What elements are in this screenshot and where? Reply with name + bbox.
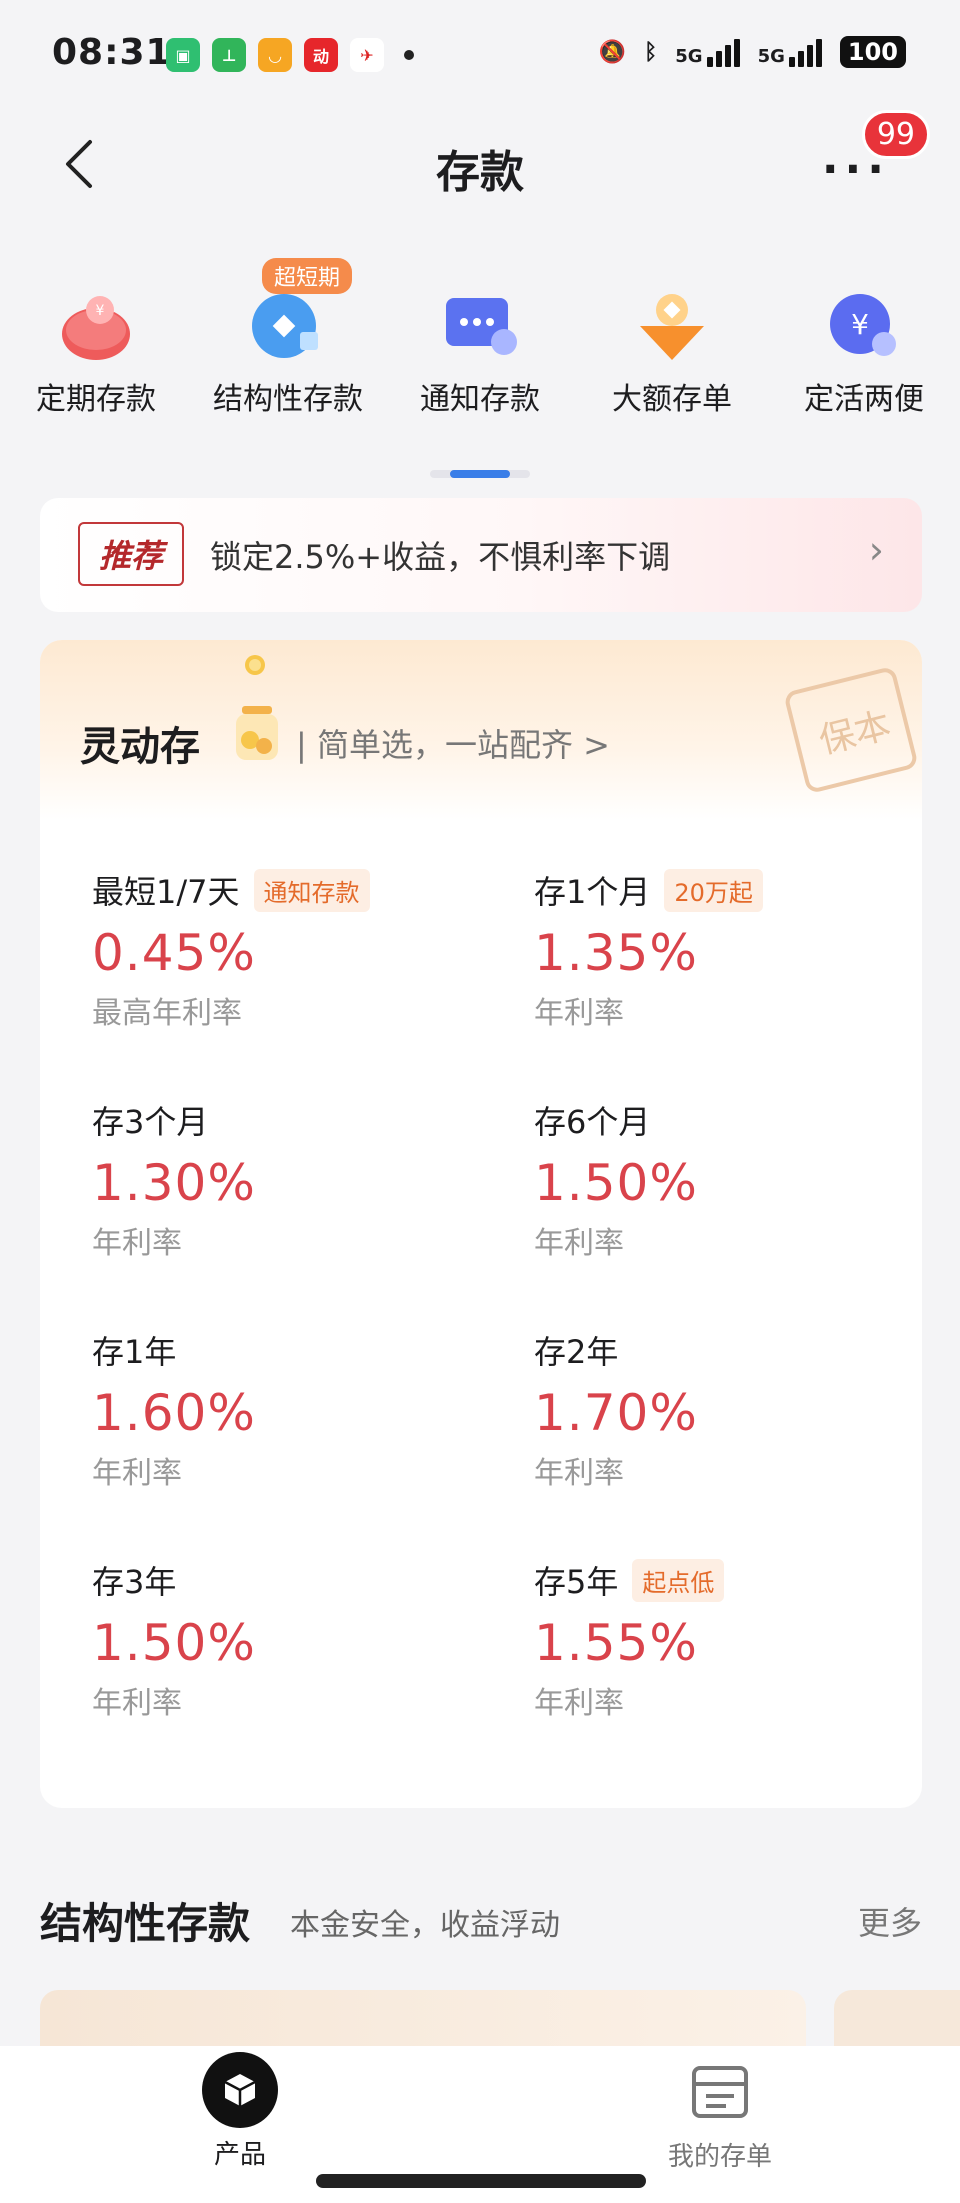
chevron-right-icon: › xyxy=(868,528,884,572)
section-title: 结构性存款 xyxy=(40,1899,251,1948)
coin-jar-icon xyxy=(236,706,278,760)
category-label: 通知存款 xyxy=(420,382,540,417)
term-name: 存6个月 xyxy=(534,1103,651,1141)
signal-bars-2-icon xyxy=(788,37,822,67)
rate-item[interactable]: 最短1/7天 通知存款 0.45% 最高年利率 xyxy=(92,868,492,1068)
page-title: 存款 xyxy=(436,147,524,198)
rate-value: 1.50% xyxy=(534,1154,698,1212)
network-type-2: 5G xyxy=(757,46,785,67)
battery-indicator: 100 xyxy=(839,36,906,68)
more-notifications-icon xyxy=(404,50,414,60)
gold-bowl-icon xyxy=(640,294,704,360)
ultra-short-tag: 超短期 xyxy=(262,258,353,294)
rate-label: 年利率 xyxy=(92,1686,182,1721)
tab-label: 我的存单 xyxy=(667,2142,772,2172)
rate-value: 1.55% xyxy=(534,1614,698,1672)
rate-label: 年利率 xyxy=(534,996,624,1031)
term-name: 存3年 xyxy=(92,1563,177,1601)
scroll-indicator xyxy=(450,470,510,478)
nav-header: 存款 ··· 99 xyxy=(0,110,960,230)
airline-app-icon: ✈ xyxy=(350,38,384,72)
category-flexible-deposit[interactable]: ¥ 定活两便 xyxy=(768,250,960,420)
term-chip: 20万起 xyxy=(664,868,763,912)
green-app-icon: ▣ xyxy=(166,38,200,72)
rate-label: 年利率 xyxy=(534,1226,624,1261)
rate-item[interactable]: 存3年 1.50% 年利率 xyxy=(92,1558,492,1758)
rate-item[interactable]: 存5年 起点低 1.55% 年利率 xyxy=(534,1558,922,1758)
category-label: 结构性存款 xyxy=(213,382,363,417)
category-label: 定期存款 xyxy=(36,382,156,417)
category-label: 定活两便 xyxy=(804,382,924,417)
rate-label: 年利率 xyxy=(92,1226,182,1261)
network-type-1: 5G xyxy=(675,46,703,67)
section-subtitle: 本金安全，收益浮动 xyxy=(290,1908,560,1943)
bluetooth-icon: ᛒ xyxy=(644,39,658,65)
tab-products[interactable]: 产品 xyxy=(90,2046,390,2171)
category-large-cd[interactable]: 大额存单 xyxy=(576,250,768,420)
mute-icon: 🔕 xyxy=(598,39,627,65)
term-chip: 通知存款 xyxy=(253,868,370,912)
tab-label: 产品 xyxy=(213,2140,266,2170)
category-fixed-deposit[interactable]: ¥ 定期存款 xyxy=(0,250,192,420)
chat-bubble-icon xyxy=(446,298,517,355)
flex-deposit-title: 灵动存 xyxy=(80,724,200,770)
rate-value: 1.70% xyxy=(534,1384,698,1442)
term-chip: 起点低 xyxy=(632,1558,725,1602)
category-label: 大额存单 xyxy=(612,382,732,417)
signal-bars-icon xyxy=(706,37,740,67)
home-indicator[interactable] xyxy=(316,2174,646,2188)
rate-item[interactable]: 存1年 1.60% 年利率 xyxy=(92,1328,492,1528)
signal-2: 5G xyxy=(758,37,822,67)
more-link[interactable]: 更多 xyxy=(858,1898,922,1944)
rate-value: 1.60% xyxy=(92,1384,256,1442)
rate-value: 1.50% xyxy=(92,1614,256,1672)
cube-icon xyxy=(202,2052,278,2128)
term-name: 存2年 xyxy=(534,1333,619,1371)
status-time: 08:31 xyxy=(52,32,172,73)
category-notice-deposit[interactable]: 通知存款 xyxy=(384,250,576,420)
status-bar: 08:31 ▣ ⊥ ◡ 动 ✈ 🔕 ᛒ 5G 5G 100 xyxy=(0,0,960,110)
signal-1: 5G xyxy=(675,37,740,67)
rate-item[interactable]: 存1个月 20万起 1.35% 年利率 xyxy=(534,868,922,1068)
orange-app-icon: ◡ xyxy=(258,38,292,72)
rate-item[interactable]: 存2年 1.70% 年利率 xyxy=(534,1328,922,1528)
rate-label: 年利率 xyxy=(534,1456,624,1491)
term-name: 最短1/7天 xyxy=(92,873,240,911)
red-app-icon: 动 xyxy=(304,38,338,72)
status-right: 🔕 ᛒ 5G 5G 100 xyxy=(599,36,906,68)
rate-item[interactable]: 存3个月 1.30% 年利率 xyxy=(92,1098,492,1298)
term-name: 存5年 xyxy=(534,1563,619,1601)
category-row: ¥ 定期存款 结构性存款 通知存款 大额存单 ¥ 定活两便 xyxy=(0,250,960,420)
guarantee-stamp-icon: 保本 xyxy=(785,668,917,792)
deposit-slip-icon xyxy=(692,2066,748,2118)
rate-value: 1.30% xyxy=(92,1154,256,1212)
rate-label: 年利率 xyxy=(534,1686,624,1721)
rate-label: 年利率 xyxy=(92,1456,182,1491)
term-name: 存1个月 xyxy=(534,873,651,911)
recommend-text: 锁定2.5%+收益，不惧利率下调 xyxy=(210,538,671,576)
svg-text:¥: ¥ xyxy=(96,303,105,319)
status-app-icons: ▣ ⊥ ◡ 动 ✈ xyxy=(166,38,414,72)
rate-value: 1.35% xyxy=(534,924,698,982)
yuan-coin-icon: ¥ xyxy=(830,294,896,356)
notification-badge: 99 xyxy=(861,110,930,159)
structured-section-header: 结构性存款 本金安全，收益浮动 更多 xyxy=(40,1890,922,1950)
term-name: 存3个月 xyxy=(92,1103,209,1141)
flex-deposit-card: 灵动存 | 简单选，一站配齐 > 保本 最短1/7天 通知存款 0.45% 最高年… xyxy=(40,640,922,1808)
recommend-banner[interactable]: 推荐 锁定2.5%+收益，不惧利率下调 › xyxy=(40,498,922,612)
green-app-2-icon: ⊥ xyxy=(212,38,246,72)
coin-icon xyxy=(245,655,265,675)
rate-value: 0.45% xyxy=(92,924,256,982)
rate-item[interactable]: 存6个月 1.50% 年利率 xyxy=(534,1098,922,1298)
flex-deposit-subtitle[interactable]: | 简单选，一站配齐 > xyxy=(296,720,610,766)
recommend-tag: 推荐 xyxy=(78,522,184,586)
stamp-text: 保本 xyxy=(815,705,895,762)
tab-my-deposits[interactable]: 我的存单 xyxy=(570,2046,870,2173)
rate-label: 最高年利率 xyxy=(92,996,242,1031)
svg-text:¥: ¥ xyxy=(851,308,869,341)
term-name: 存1年 xyxy=(92,1333,177,1371)
piggy-bank-icon: ¥ xyxy=(62,296,130,360)
